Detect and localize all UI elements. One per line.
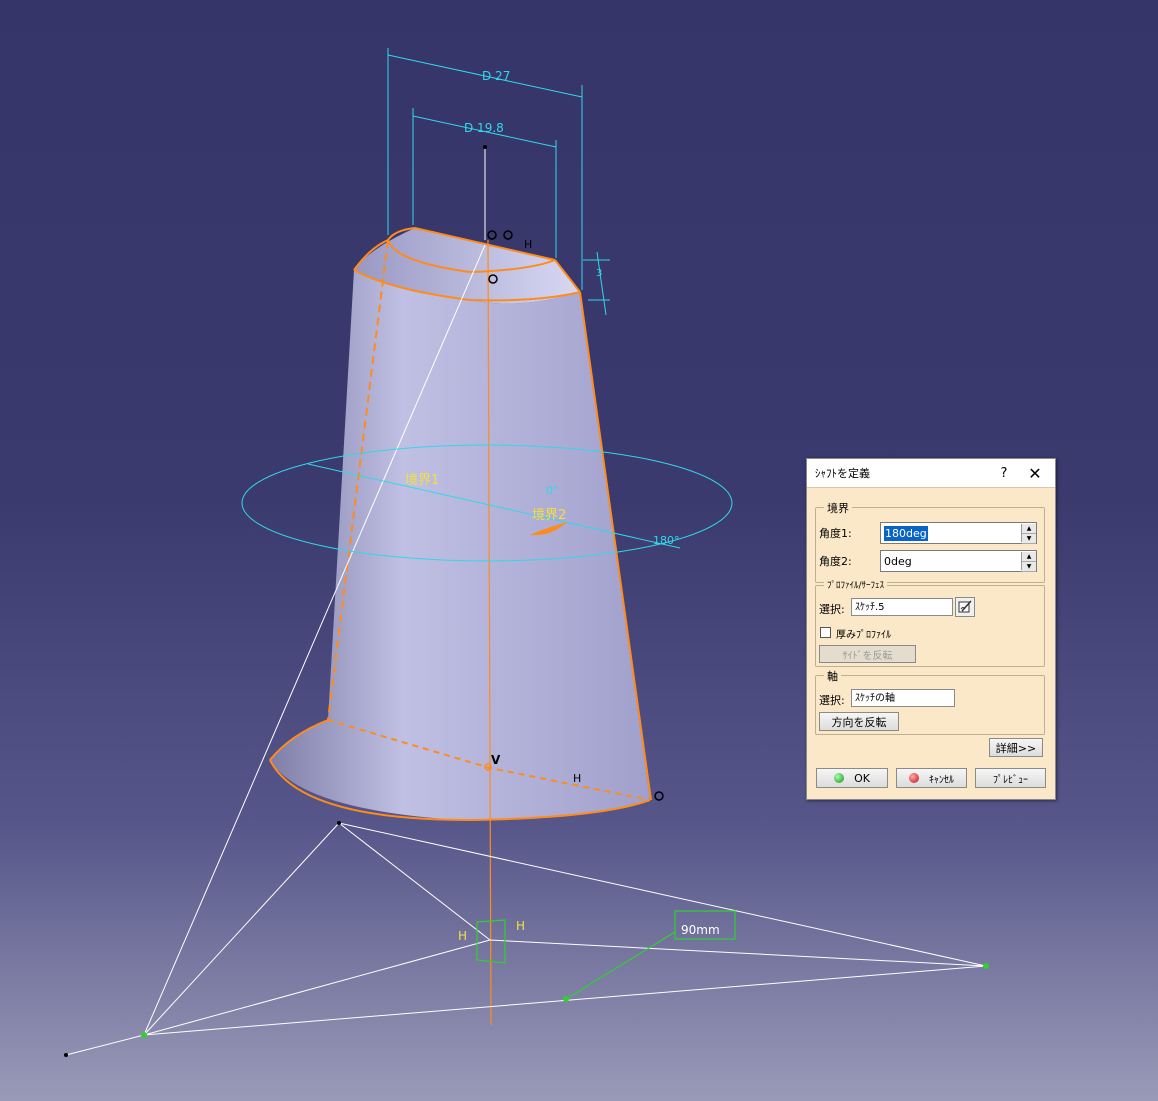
reverse-direction-button[interactable]: 方向を反転 <box>819 712 899 731</box>
profile-group-label: ﾌﾟﾛﾌｧｲﾙ/ｻｰﾌｪｽ <box>824 578 888 591</box>
angle2-down-arrow-icon[interactable]: ▼ <box>1022 562 1036 572</box>
dialog-title: ｼｬﾌﾄを定義 <box>815 467 870 480</box>
axis-selection-field[interactable]: ｽｹｯﾁの軸 <box>851 689 955 707</box>
angle1-value[interactable]: 180deg <box>884 525 928 541</box>
limits-group-label: 境界 <box>824 500 852 516</box>
cancel-label: ｷｬﾝｾﾙ <box>929 774 954 786</box>
angle1-up-arrow-icon[interactable]: ▲ <box>1022 524 1036 534</box>
inner-diameter-dimension[interactable]: D 19.8 <box>464 121 504 135</box>
thick-profile-checkbox[interactable] <box>820 627 831 638</box>
preview-button[interactable]: ﾌﾟﾚﾋﾞｭｰ <box>975 768 1046 788</box>
angle-0-label[interactable]: 0° <box>546 484 559 497</box>
ok-icon <box>834 773 845 783</box>
cancel-icon <box>909 773 919 783</box>
outer-diameter-dimension[interactable]: D 27 <box>482 69 510 83</box>
cancel-button[interactable]: ｷｬﾝｾﾙ <box>896 768 967 788</box>
profile-selection-label: 選択: <box>819 603 845 616</box>
axis-group-label: 軸 <box>824 668 841 684</box>
h-constraint-sketch: H <box>516 919 525 933</box>
sketch-dimension-90mm[interactable]: 90mm <box>681 923 720 937</box>
boundary-1-label[interactable]: 境界1 <box>405 473 439 488</box>
angle2-value[interactable]: 0deg <box>884 555 912 568</box>
v-constraint-bottom: V <box>491 753 501 767</box>
thick-profile-label: 厚みﾌﾟﾛﾌｧｲﾙ <box>836 630 891 641</box>
dialog-titlebar[interactable]: ｼｬﾌﾄを定義 ? ✕ <box>807 459 1055 488</box>
profile-selection-field[interactable]: ｽｹｯﾁ.5 <box>851 598 953 616</box>
angle2-label: 角度2: <box>819 555 852 568</box>
h-constraint-bottom: H <box>573 772 581 785</box>
shaft-body[interactable] <box>269 226 652 822</box>
sketch-edit-icon[interactable] <box>955 597 975 617</box>
define-shaft-dialog: ｼｬﾌﾄを定義 ? ✕ 境界 角度1: 180deg ▲ ▼ 角度2: 0deg … <box>806 458 1056 800</box>
help-button[interactable]: ? <box>993 466 1015 481</box>
h-constraint-top: H <box>524 238 532 251</box>
sketch-green-elements <box>141 910 989 1038</box>
height-dimension[interactable]: 3 <box>596 268 602 279</box>
angle1-label: 角度1: <box>819 527 852 540</box>
more-button[interactable]: 詳細>> <box>989 738 1043 757</box>
reverse-side-button[interactable]: ｻｲﾄﾞを反転 <box>819 645 916 663</box>
angle1-down-arrow-icon[interactable]: ▼ <box>1022 534 1036 544</box>
angle-180-label[interactable]: 180° <box>653 534 680 547</box>
angle2-spinner[interactable]: 0deg ▲ ▼ <box>880 550 1037 572</box>
boundary-2-label[interactable]: 境界2 <box>532 508 566 523</box>
ok-label: OK <box>854 771 870 785</box>
close-button[interactable]: ✕ <box>1015 464 1055 483</box>
angle2-up-arrow-icon[interactable]: ▲ <box>1022 552 1036 562</box>
angle1-spinner[interactable]: 180deg ▲ ▼ <box>880 522 1037 544</box>
h-constraint-sketch-left: H <box>458 929 467 943</box>
ok-button[interactable]: OK <box>816 768 888 788</box>
axis-selection-label: 選択: <box>819 694 845 707</box>
